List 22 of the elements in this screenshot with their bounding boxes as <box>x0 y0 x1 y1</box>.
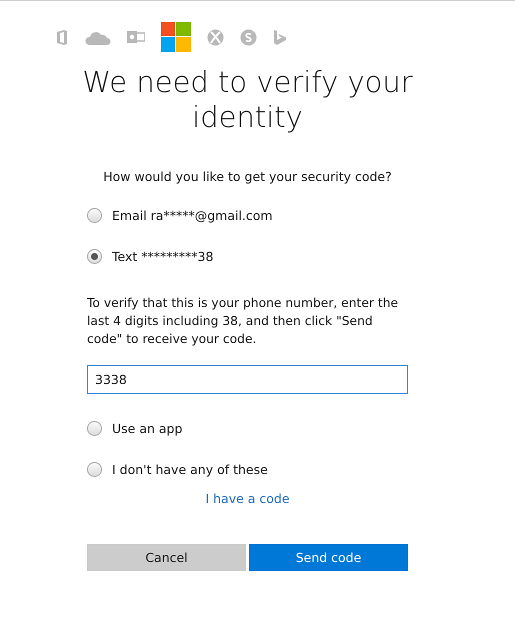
chat-icon <box>240 28 256 46</box>
xbox-icon <box>206 28 224 46</box>
question-text: How would you like to get your security code? <box>102 169 393 184</box>
windows-logo-icon <box>160 22 190 52</box>
radio-button[interactable] <box>87 462 102 477</box>
radio-button[interactable] <box>87 421 102 436</box>
code-input-field[interactable]: 3338 <box>87 365 408 394</box>
option-label: Use an app <box>112 421 182 436</box>
cancel-button[interactable]: Cancel <box>87 544 246 571</box>
page-title: We need to verify your identity <box>81 65 414 135</box>
b-letter-shape-icon <box>272 28 286 46</box>
cloud-icon <box>84 30 110 44</box>
option-label: Email ra*****@gmail.com <box>112 208 273 223</box>
mail-icon <box>126 29 144 45</box>
radio-button[interactable] <box>87 208 102 223</box>
radio-button[interactable] <box>87 249 102 264</box>
send-button[interactable]: Send code <box>249 544 408 571</box>
option-label: I don't have any of these <box>112 462 268 477</box>
option-label: Text *********38 <box>112 249 214 264</box>
instruction-text: To verify that this is your phone number, enter the last 4 digits including 38, and then click "Send code" to receive your code. <box>87 295 400 348</box>
have-code-link[interactable]: I have a code <box>205 491 290 506</box>
document-icon <box>54 28 68 46</box>
